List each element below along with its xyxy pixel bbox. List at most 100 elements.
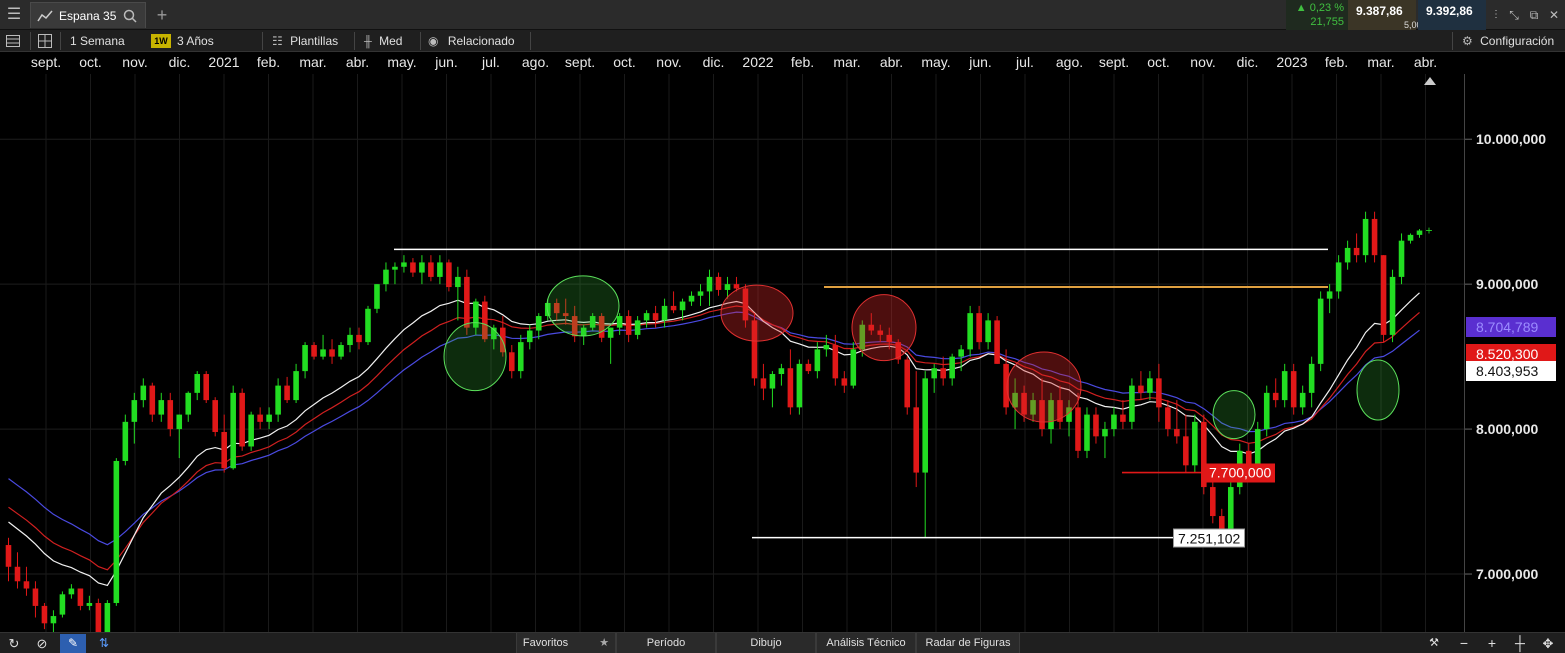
candle[interactable] [796, 359, 803, 415]
candle[interactable] [787, 349, 794, 415]
highlight-circle-red[interactable] [720, 284, 794, 342]
highlight-circle-green[interactable] [443, 322, 507, 392]
candle[interactable] [517, 334, 524, 379]
crosshair-icon[interactable]: ┼ [1510, 633, 1530, 653]
move-icon[interactable]: ✥ [1538, 633, 1558, 653]
candle[interactable] [257, 407, 263, 430]
level-label-7700[interactable]: 7.700,000 [1205, 463, 1276, 483]
candle[interactable] [1111, 407, 1117, 437]
candle[interactable] [1120, 400, 1126, 430]
candle[interactable] [194, 371, 201, 401]
candle[interactable] [1353, 233, 1360, 263]
highlight-circle-red[interactable] [1006, 351, 1082, 423]
sort-arrows-icon[interactable]: ⇅ [92, 633, 116, 653]
candle[interactable] [949, 353, 955, 386]
candle[interactable] [32, 581, 39, 618]
detach-window-icon[interactable]: ⧉ [1524, 0, 1544, 30]
candle[interactable] [715, 272, 722, 296]
highlight-circle-red[interactable] [851, 294, 917, 362]
candle[interactable] [805, 359, 812, 375]
candle[interactable] [1272, 378, 1279, 408]
chart-canvas[interactable]: + [0, 74, 1565, 632]
candle[interactable] [1174, 400, 1180, 444]
tab-espana-35[interactable]: Espana 35 [30, 2, 146, 28]
candle[interactable] [1380, 255, 1387, 343]
candle[interactable] [239, 388, 245, 451]
candle[interactable] [1263, 385, 1270, 437]
candle[interactable] [769, 371, 776, 408]
candle[interactable] [778, 363, 785, 386]
candle[interactable] [1147, 371, 1153, 401]
technical-analysis-tab[interactable]: Análisis Técnico [816, 633, 916, 653]
favorites-tab[interactable]: Favoritos ★ [516, 633, 616, 653]
candle[interactable] [185, 391, 192, 422]
refresh-icon[interactable]: ↻ [4, 633, 24, 653]
candle[interactable] [374, 284, 380, 314]
candle[interactable] [1084, 407, 1090, 459]
highlight-circle-green[interactable] [1212, 390, 1256, 440]
candle[interactable] [967, 305, 973, 357]
disable-icon[interactable]: ⊘ [32, 633, 52, 653]
candle[interactable] [86, 595, 93, 611]
candle[interactable] [122, 414, 129, 466]
candle[interactable] [1398, 233, 1405, 285]
candle[interactable] [1156, 363, 1162, 422]
candle[interactable] [95, 598, 102, 632]
candle[interactable] [1210, 479, 1216, 524]
candle[interactable] [1165, 400, 1171, 437]
candle[interactable] [338, 342, 344, 360]
candle[interactable] [131, 392, 138, 444]
candle[interactable] [670, 291, 677, 314]
drawing-tab[interactable]: Dibujo [716, 633, 816, 653]
candle[interactable] [985, 313, 991, 350]
candle[interactable] [634, 316, 641, 340]
candle[interactable] [760, 363, 767, 401]
period-tab[interactable]: Período [616, 633, 716, 653]
candle[interactable] [446, 259, 452, 292]
candle[interactable] [652, 305, 659, 328]
candle[interactable] [203, 371, 210, 404]
candle[interactable] [706, 269, 713, 306]
candle[interactable] [976, 305, 982, 350]
candle[interactable] [1281, 363, 1288, 408]
candle[interactable] [284, 376, 290, 404]
candle[interactable] [1102, 421, 1108, 459]
candle[interactable] [167, 392, 174, 437]
candle[interactable] [158, 392, 165, 422]
candle[interactable] [1290, 363, 1297, 415]
candle[interactable] [248, 411, 254, 451]
candle[interactable] [1389, 269, 1396, 343]
candle[interactable] [212, 397, 218, 437]
candle[interactable] [428, 255, 434, 282]
candle[interactable] [841, 371, 848, 393]
candle[interactable] [625, 310, 632, 343]
candle[interactable] [1317, 291, 1324, 372]
candle[interactable] [1129, 378, 1135, 430]
candle[interactable] [176, 414, 183, 459]
level-label-7251[interactable]: 7.251,102 [1173, 528, 1246, 548]
buy-price-button[interactable]: 9.392,86 [1418, 0, 1486, 30]
candle[interactable] [508, 345, 515, 379]
add-tab-icon[interactable]: + [150, 0, 174, 30]
candle[interactable] [59, 591, 66, 618]
highlight-circle-green[interactable] [546, 275, 620, 337]
candle[interactable] [149, 382, 156, 422]
candle[interactable] [697, 284, 704, 306]
candle[interactable] [1326, 284, 1333, 314]
toggle-panel-icon[interactable] [6, 30, 24, 52]
settings-button[interactable]: ⚙ Configuración [1462, 30, 1554, 52]
search-icon[interactable] [123, 9, 137, 23]
highlight-circle-green[interactable] [1356, 359, 1400, 421]
candle[interactable] [104, 600, 111, 632]
candle[interactable] [1093, 407, 1099, 444]
candle[interactable] [50, 610, 57, 632]
candle[interactable] [113, 458, 120, 606]
templates-button[interactable]: ☷ Plantillas [272, 30, 338, 52]
candle[interactable] [1183, 414, 1189, 473]
candle[interactable] [1192, 414, 1198, 473]
crosshair-tools-icon[interactable]: ⚒ [1424, 633, 1444, 653]
zoom-in-icon[interactable]: + [1482, 633, 1502, 653]
candle[interactable] [77, 588, 84, 611]
candle[interactable] [383, 262, 389, 292]
candle[interactable] [5, 537, 12, 582]
